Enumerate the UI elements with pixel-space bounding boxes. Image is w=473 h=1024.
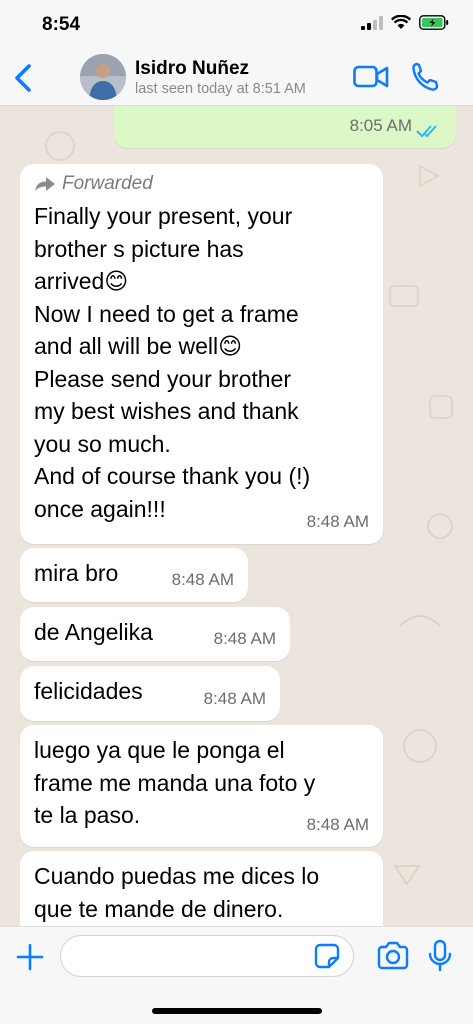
message-input[interactable] bbox=[60, 935, 354, 977]
camera-icon[interactable] bbox=[376, 941, 410, 971]
message-time: 8:48 AM bbox=[171, 569, 234, 589]
forward-arrow-icon bbox=[35, 177, 55, 191]
avatar[interactable] bbox=[80, 54, 126, 100]
sticker-icon[interactable] bbox=[314, 943, 340, 969]
message-bubble-incoming[interactable]: mira bro 8:48 AM bbox=[20, 548, 248, 602]
message-bubble-outgoing[interactable]: 8:05 AM bbox=[114, 106, 456, 148]
message-bubble-incoming[interactable]: de Angelika 8:48 AM bbox=[20, 607, 290, 661]
message-bubble-incoming[interactable]: luego ya que le ponga el frame me manda … bbox=[20, 725, 383, 847]
read-receipt-icon bbox=[416, 125, 437, 138]
status-time: 8:54 bbox=[42, 14, 81, 35]
chat-area[interactable]: 8:05 AM Forwarded Finally your present, … bbox=[0, 106, 473, 926]
back-icon[interactable] bbox=[8, 60, 38, 96]
message-time: 8:05 AM bbox=[349, 115, 412, 135]
message-text: Cuando puedas me dices lo que te mande d… bbox=[34, 863, 320, 922]
forwarded-label: Forwarded bbox=[62, 173, 153, 194]
status-icons bbox=[361, 15, 449, 30]
message-time: 8:48 AM bbox=[213, 628, 276, 648]
message-time: 8:48 AM bbox=[306, 814, 369, 834]
message-text: Finally your present, your brother s pic… bbox=[34, 203, 311, 522]
message-bubble-incoming[interactable]: felicidades 8:48 AM bbox=[20, 666, 280, 721]
last-seen-status: last seen today at 8:51 AM bbox=[135, 81, 306, 97]
message-bubble-incoming[interactable]: Cuando puedas me dices lo que te mande d… bbox=[20, 851, 383, 926]
chat-header: Isidro Nuñez last seen today at 8:51 AM bbox=[0, 50, 473, 106]
video-call-icon[interactable] bbox=[353, 64, 389, 90]
message-bubble-incoming[interactable]: Forwarded Finally your present, your bro… bbox=[20, 164, 383, 544]
plus-icon[interactable] bbox=[14, 941, 46, 973]
battery-icon bbox=[419, 15, 449, 30]
home-indicator[interactable] bbox=[152, 1008, 322, 1014]
forwarded-indicator: Forwarded bbox=[34, 172, 369, 196]
avatar-image bbox=[80, 54, 126, 100]
status-bar: 8:54 bbox=[0, 0, 473, 50]
contact-name[interactable]: Isidro Nuñez bbox=[135, 58, 249, 80]
microphone-icon[interactable] bbox=[428, 939, 452, 973]
message-time: 8:48 AM bbox=[306, 511, 369, 531]
wifi-icon bbox=[391, 15, 411, 29]
signal-icon bbox=[361, 15, 383, 30]
message-time: 8:48 AM bbox=[203, 688, 266, 708]
phone-icon[interactable] bbox=[411, 62, 439, 92]
